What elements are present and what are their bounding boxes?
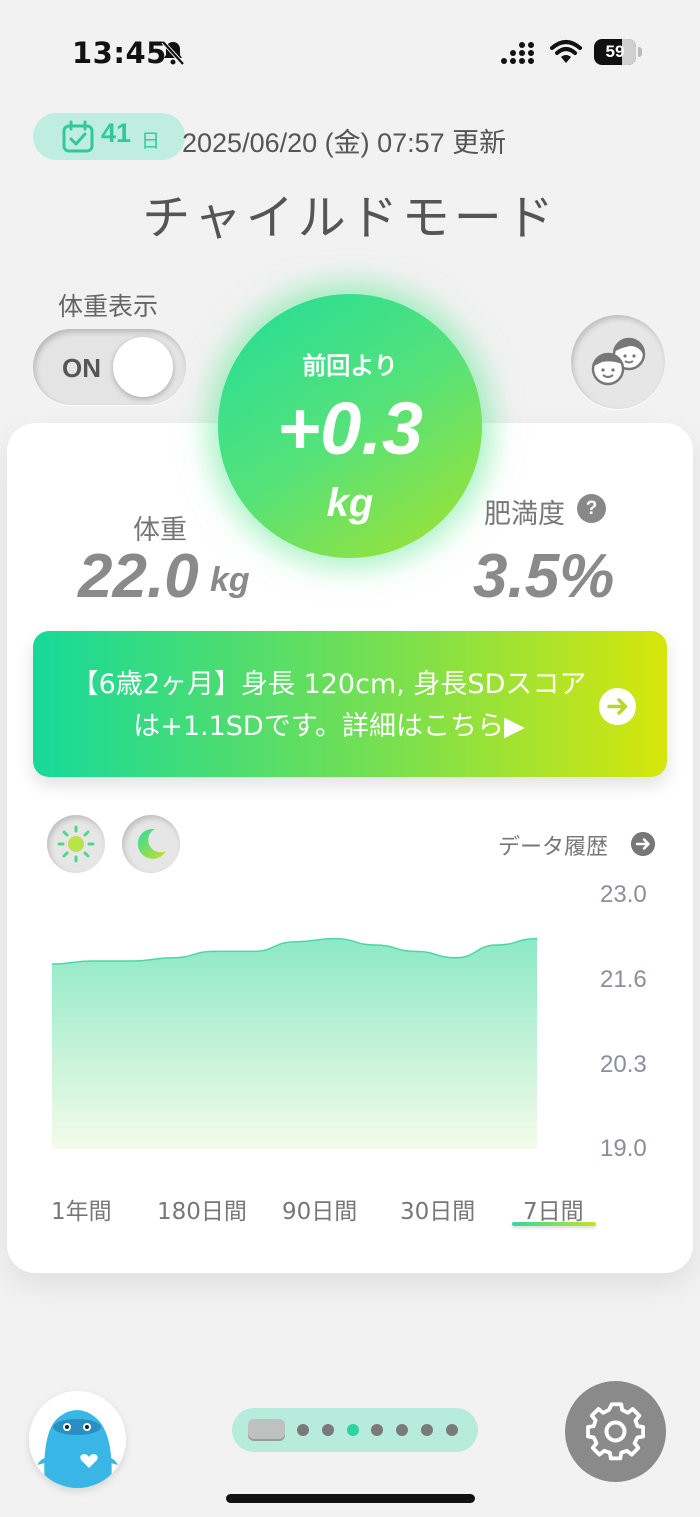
help-icon[interactable]: ? (577, 494, 606, 523)
data-history-link[interactable]: データ履歴 (498, 829, 608, 861)
weight-value: 22.0 (78, 542, 199, 611)
night-mode-button[interactable] (122, 815, 180, 873)
chart-point (496, 944, 498, 946)
chart-point (253, 950, 255, 952)
gear-icon (586, 1402, 646, 1461)
chart-point (415, 950, 417, 952)
toggle-knob[interactable] (113, 337, 173, 397)
battery-level: 59 (605, 42, 625, 61)
page-dot[interactable] (421, 1424, 433, 1436)
period-tab-1year[interactable]: 1年間 (51, 1192, 112, 1226)
difference-value: +0.3 (276, 387, 424, 470)
chart-point (213, 950, 215, 952)
chart-point (132, 960, 134, 962)
difference-label: 前回より (302, 352, 398, 380)
chart-point (91, 960, 93, 962)
period-tab-90days[interactable]: 90日間 (282, 1192, 357, 1226)
days-count: 41 (101, 118, 132, 148)
chart-point (294, 941, 295, 943)
arrow-right-icon[interactable] (631, 832, 655, 856)
weight-area-chart (51, 937, 538, 1149)
period-tab-7days[interactable]: 7日間 (523, 1192, 584, 1226)
updated-timestamp: 2025/06/20 (金) 07:57 更新 (182, 128, 507, 158)
wifi-icon (550, 40, 582, 63)
banner-text: 【6歳2ヶ月】身長 120cm, 身長SDスコアは+1.1SDです。詳細はこちら… (71, 669, 587, 742)
days-unit: 日 (141, 130, 161, 152)
page-dot[interactable] (297, 1424, 309, 1436)
arrow-right-icon (599, 688, 636, 725)
mascot-icon (37, 1410, 118, 1488)
morning-mode-button[interactable] (47, 815, 105, 873)
chart-point (536, 938, 538, 940)
children-icon (591, 337, 646, 386)
home-page-icon[interactable] (248, 1419, 285, 1441)
page-dot[interactable] (321, 1424, 334, 1436)
bell-muted-icon (161, 40, 185, 66)
chart-point (172, 957, 174, 959)
page-dot[interactable] (445, 1424, 458, 1436)
y-tick-label: 23.0 (600, 881, 647, 908)
chart-point (374, 944, 376, 946)
page-dot[interactable] (346, 1424, 359, 1436)
period-tab-30days[interactable]: 30日間 (400, 1192, 475, 1226)
moon-icon (137, 828, 166, 859)
toggle-state-text: ON (62, 353, 101, 383)
weight-display-label: 体重表示 (58, 292, 159, 321)
difference-unit: kg (326, 481, 374, 525)
y-tick-label: 21.6 (600, 966, 647, 993)
chart-point (334, 938, 336, 940)
sun-icon (57, 825, 95, 863)
mascot-button[interactable] (29, 1391, 126, 1488)
cellular-signal-icon (501, 42, 534, 64)
chart-point (51, 963, 53, 965)
home-indicator (226, 1494, 475, 1503)
settings-button[interactable] (565, 1381, 666, 1482)
period-tab-180days[interactable]: 180日間 (157, 1192, 247, 1226)
y-tick-label: 19.0 (600, 1135, 647, 1162)
battery-icon: 59 (594, 39, 642, 65)
status-time: 13:45 (72, 36, 167, 70)
weight-unit: kg (210, 561, 250, 599)
obesity-value: 3.5% (473, 542, 615, 611)
chart-area (52, 938, 537, 1149)
page-title: チャイルドモード (142, 190, 558, 246)
chart-point (455, 957, 457, 959)
obesity-label: 肥満度 (484, 499, 565, 530)
calendar-check-icon (62, 120, 94, 153)
y-tick-label: 20.3 (600, 1051, 647, 1078)
selected-tab-indicator (512, 1222, 596, 1226)
